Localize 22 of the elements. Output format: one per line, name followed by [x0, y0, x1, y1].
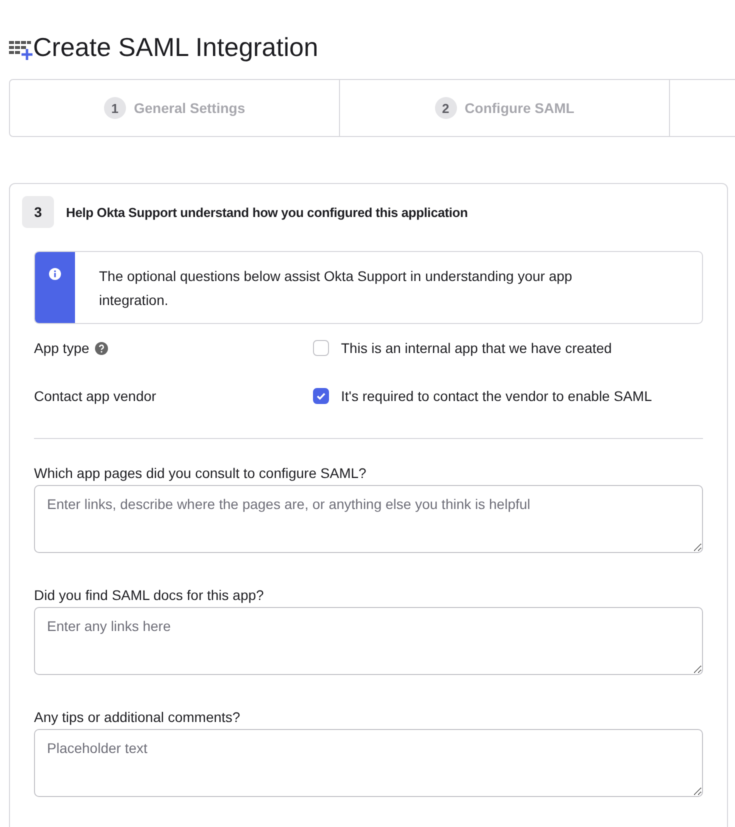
callout-text: The optional questions below assist Okta Support in understanding your app integration. [98, 267, 574, 310]
question-label: Which app pages did you consult to configure SAML? [34, 465, 368, 481]
page-title: Create SAML Integration [33, 31, 318, 64]
help-icon[interactable] [95, 342, 108, 354]
text-area[interactable]: Enter links, describe where the pages are, or anything else you think is helpful [34, 485, 703, 553]
text-area[interactable]: Placeholder text [34, 729, 703, 797]
section-title: Help Okta Support understand how you configured this application [66, 204, 468, 220]
checkbox-label: This is an internal app that we have created [341, 340, 612, 356]
step-tab[interactable]: 2 Configure SAML [430, 93, 578, 123]
checkbox-label: It's required to contact the vendor to enable SAML [341, 388, 652, 404]
step-tab[interactable]: 1 General Settings [100, 93, 250, 123]
field-label: App type [34, 340, 90, 356]
info-icon [49, 268, 61, 280]
field-label: Contact app vendor [34, 388, 156, 404]
checkbox[interactable] [313, 340, 329, 356]
step-number: 3 [22, 196, 54, 228]
app-grid-add-icon [9, 39, 33, 61]
check-icon [315, 390, 327, 402]
question-label: Any tips or additional comments? [34, 709, 242, 725]
question-label: Did you find SAML docs for this app? [34, 587, 265, 603]
text-area[interactable]: Enter any links here [34, 607, 703, 675]
checkbox[interactable] [313, 388, 329, 404]
